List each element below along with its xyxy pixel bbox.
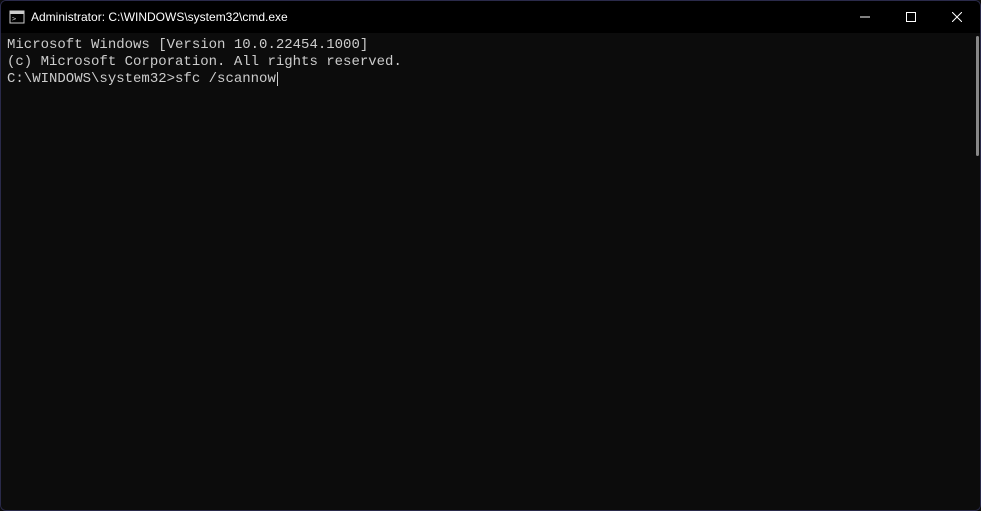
copyright-line: (c) Microsoft Corporation. All rights re… bbox=[7, 54, 974, 71]
scrollbar-thumb[interactable] bbox=[976, 36, 979, 156]
titlebar[interactable]: >_ Administrator: C:\WINDOWS\system32\cm… bbox=[1, 1, 980, 33]
command-input[interactable]: sfc /scannow bbox=[175, 71, 276, 87]
svg-text:>_: >_ bbox=[12, 15, 21, 23]
close-button[interactable] bbox=[934, 1, 980, 33]
prompt-line: C:\WINDOWS\system32>sfc /scannow bbox=[7, 71, 974, 88]
cmd-icon: >_ bbox=[9, 9, 25, 25]
titlebar-left: >_ Administrator: C:\WINDOWS\system32\cm… bbox=[9, 9, 288, 25]
maximize-button[interactable] bbox=[888, 1, 934, 33]
window-title: Administrator: C:\WINDOWS\system32\cmd.e… bbox=[31, 10, 288, 24]
cursor bbox=[277, 72, 278, 86]
terminal-output[interactable]: Microsoft Windows [Version 10.0.22454.10… bbox=[1, 33, 980, 510]
cmd-window: >_ Administrator: C:\WINDOWS\system32\cm… bbox=[0, 0, 981, 511]
version-line: Microsoft Windows [Version 10.0.22454.10… bbox=[7, 37, 974, 54]
minimize-button[interactable] bbox=[842, 1, 888, 33]
prompt-text: C:\WINDOWS\system32> bbox=[7, 71, 175, 87]
window-controls bbox=[842, 1, 980, 33]
